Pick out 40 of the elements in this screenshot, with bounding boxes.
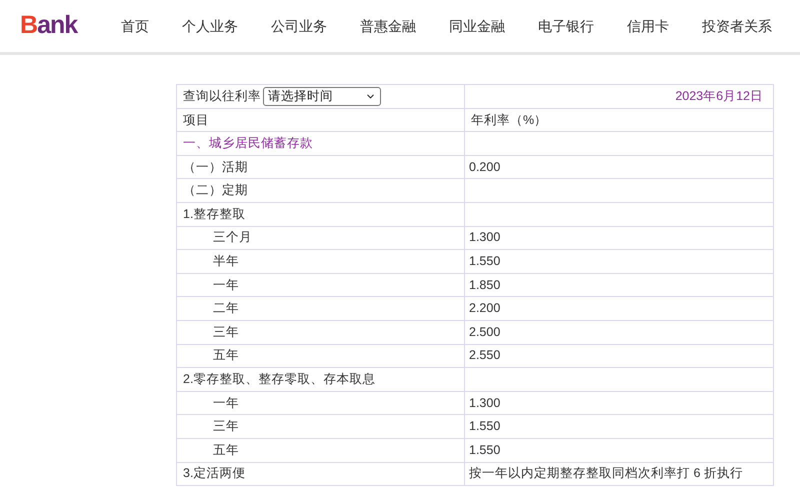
nav-link[interactable]: 普惠金融 [360, 16, 416, 36]
item-cell: （一）活期 [183, 160, 248, 174]
rate-cell: 1.550 [469, 254, 500, 268]
rate-cell: 1.550 [469, 419, 500, 434]
rate-date: 2023年6月12日 [675, 88, 763, 103]
nav-link[interactable]: 同业金融 [449, 16, 506, 36]
rate-cell: 0.200 [469, 160, 500, 174]
nav-link[interactable]: 信用卡 [627, 16, 670, 36]
item-cell: 五年 [213, 348, 239, 362]
rate-cell: 1.300 [469, 396, 500, 410]
item-cell: 一、城乡居民储蓄存款 [183, 136, 313, 150]
rate-cell: 1.850 [469, 278, 500, 292]
item-cell: （二）定期 [183, 183, 248, 198]
query-label: 查询以往利率 [183, 88, 261, 105]
item-cell: 二年 [213, 301, 239, 316]
item-cell: 1.整存整取 [183, 206, 246, 221]
item-cell: 三年 [213, 324, 239, 339]
item-cell: 三年 [213, 419, 239, 434]
rate-cell: 2.200 [469, 301, 500, 316]
item-cell: 一年 [213, 278, 239, 292]
item-cell: 2.零存整取、整存零取、存本取息 [183, 372, 376, 386]
item-cell: 三个月 [213, 230, 252, 244]
rate-cell: 按一年以内定期整存整取同档次利率打 6 折执行 [469, 466, 743, 480]
rate-cell: 1.300 [469, 230, 500, 244]
item-cell: 一年 [213, 396, 239, 410]
rate-cell: 2.500 [469, 324, 500, 339]
nav-link[interactable]: 电子银行 [538, 16, 594, 36]
column-header: 年利率（%） [471, 112, 548, 127]
nav-link[interactable]: 个人业务 [182, 16, 238, 36]
nav-link[interactable]: 公司业务 [271, 16, 328, 36]
item-cell: 半年 [213, 254, 239, 268]
nav-link[interactable]: 投资者关系 [702, 16, 772, 36]
nav-link[interactable]: 首页 [121, 16, 150, 36]
column-header: 项目 [183, 112, 209, 127]
bank-logo[interactable]: Bank [20, 7, 78, 45]
date-select[interactable]: 请选择时间 [263, 86, 381, 106]
rate-cell: 1.550 [469, 442, 500, 457]
rate-cell: 2.550 [469, 348, 500, 362]
item-cell: 五年 [213, 442, 239, 457]
item-cell: 3.定活两便 [183, 466, 246, 480]
